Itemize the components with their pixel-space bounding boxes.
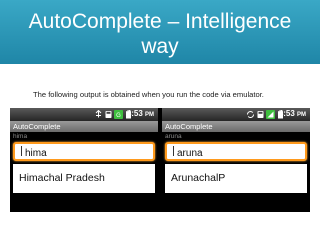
emulator-screen-left: G 4:53 PM AutoComplete hima hima Himacha… (10, 108, 158, 212)
svg-text:G: G (116, 113, 121, 119)
sd-card-icon (105, 111, 112, 118)
echo-text: aruna (165, 133, 182, 140)
app-title-bar: AutoComplete (10, 121, 158, 132)
status-time-value: 4:53 (278, 109, 295, 118)
slide-caption: The following output is obtained when yo… (33, 90, 264, 99)
status-time: 4:53 PM (279, 109, 306, 118)
slide-title-line1: AutoComplete – Intelligence (28, 10, 292, 33)
autocomplete-input[interactable]: hima (13, 142, 155, 161)
slide-header: AutoComplete – Intelligence way (0, 0, 320, 64)
app-title: AutoComplete (13, 122, 61, 131)
app-title: AutoComplete (165, 122, 213, 131)
suggestion-item[interactable]: Himachal Pradesh (13, 164, 155, 193)
suggestion-item[interactable]: ArunachalP (165, 164, 307, 193)
autocomplete-input[interactable]: aruna (165, 142, 307, 161)
input-value: aruna (177, 148, 203, 159)
sync-icon (247, 111, 254, 118)
status-time-value: 4:53 (126, 109, 143, 118)
suggestion-label: Himachal Pradesh (19, 172, 105, 184)
text-caret (21, 146, 22, 156)
emulator-screen-right: 4:53 PM AutoComplete aruna aruna Arunach… (162, 108, 310, 212)
app-title-bar: AutoComplete (162, 121, 310, 132)
echo-text: hima (13, 133, 28, 140)
input-value: hima (25, 148, 47, 159)
emulator-screenshots: G 4:53 PM AutoComplete hima hima Himacha… (10, 108, 310, 212)
slide-title-line2: way (141, 35, 179, 58)
status-time: 4:53 PM (127, 109, 154, 118)
text-caret (173, 146, 174, 156)
status-time-ampm: PM (297, 112, 306, 118)
network-3g-icon: G (114, 110, 123, 119)
usb-icon (95, 110, 102, 118)
signal-icon (266, 110, 275, 119)
status-bar: G 4:53 PM (10, 108, 158, 121)
slide-title: AutoComplete – Intelligence way (0, 9, 320, 59)
status-time-ampm: PM (145, 112, 154, 118)
suggestion-label: ArunachalP (171, 172, 226, 184)
sd-card-icon (257, 111, 264, 118)
status-bar: 4:53 PM (162, 108, 310, 121)
